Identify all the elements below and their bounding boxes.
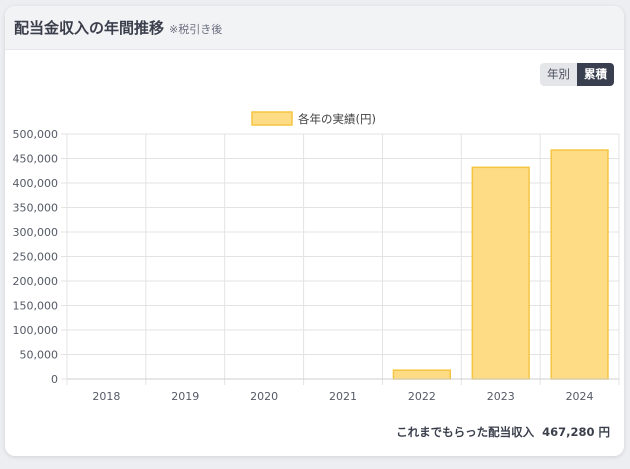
bars (392, 149, 609, 380)
bar-2024[interactable] (550, 149, 609, 380)
y-tick-label: 350,000 (13, 202, 59, 215)
y-tick-label: 250,000 (13, 251, 59, 264)
y-tick-label: 100,000 (13, 324, 59, 337)
y-tick-label: 500,000 (13, 128, 59, 141)
x-tick-label: 2023 (487, 390, 515, 403)
x-tick-label: 2021 (329, 390, 357, 403)
x-tick-label: 2019 (171, 390, 199, 403)
bar-chart: 0 50,000 100,000 150,000 200,000 250,000 300,0… (13, 111, 620, 403)
y-tick-label: 200,000 (13, 275, 59, 288)
x-tick-label: 2020 (250, 390, 278, 403)
legend-label: 各年の実績(円) (298, 112, 376, 126)
bar-2022[interactable] (392, 369, 451, 380)
x-tick-label: 2018 (92, 390, 120, 403)
y-tick-label: 400,000 (13, 177, 59, 190)
y-tick-label: 450,000 (13, 153, 59, 166)
x-tick-label: 2024 (566, 390, 594, 403)
y-tick-label: 50,000 (20, 349, 59, 362)
y-tick-label: 300,000 (13, 226, 59, 239)
total-dividends: これまでもらった配当収入 467,280 円 (396, 424, 610, 440)
y-tick-label: 150,000 (13, 300, 59, 313)
dividend-income-card: 配当金収入の年間推移 ※税引き後 年別 累積 0 50,000 100,000 150… (5, 6, 624, 456)
x-tick-label: 2022 (408, 390, 436, 403)
y-tick-label: 0 (51, 373, 58, 386)
legend: 各年の実績(円) (251, 111, 376, 126)
bar-2023[interactable] (471, 166, 530, 380)
legend-swatch[interactable] (251, 111, 293, 126)
grid-lines (61, 133, 620, 385)
total-label: これまでもらった配当収入 (396, 425, 535, 439)
total-value: 467,280 円 (542, 425, 610, 439)
